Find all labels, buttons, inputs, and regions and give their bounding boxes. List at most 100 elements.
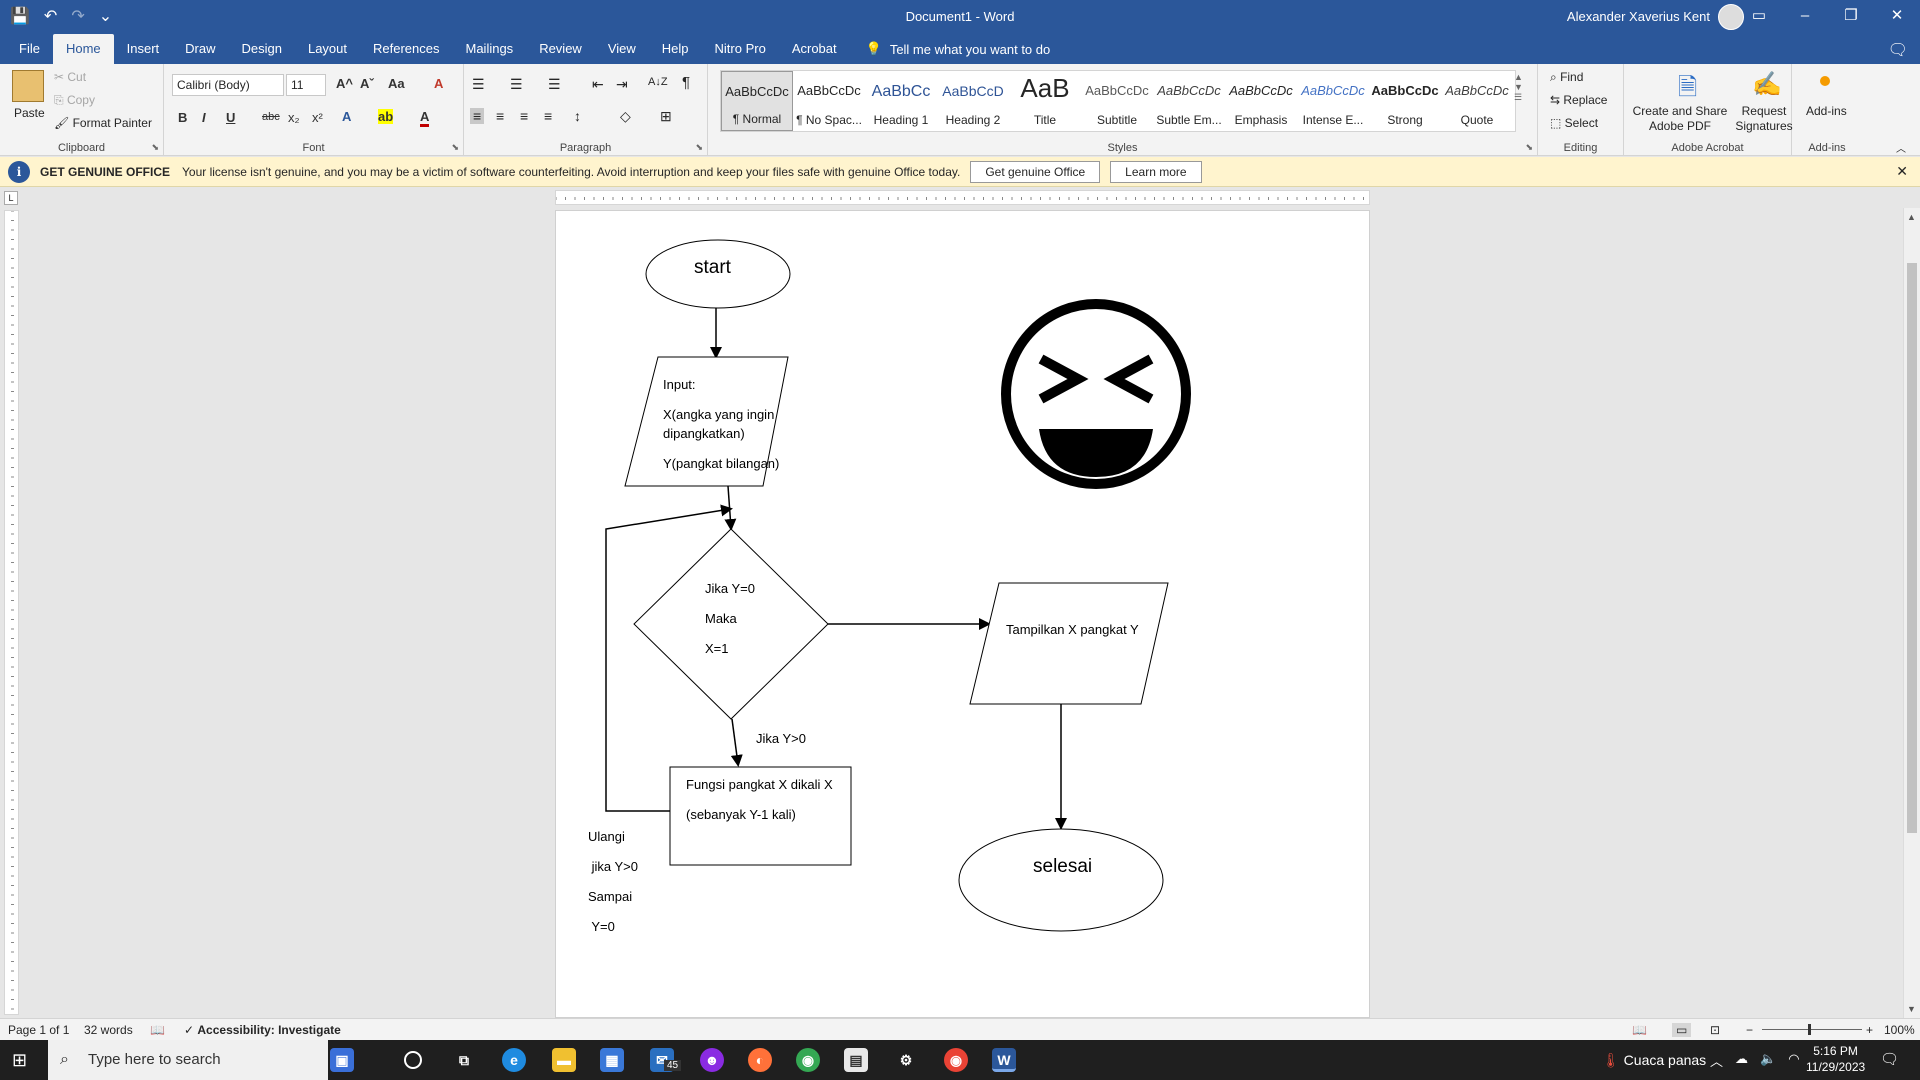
- tell-me-search[interactable]: 💡 Tell me what you want to do: [866, 41, 1051, 57]
- vertical-scrollbar[interactable]: ▲ ▼: [1903, 208, 1920, 1018]
- tab-view[interactable]: View: [595, 34, 649, 64]
- proofing-icon[interactable]: 📖: [150, 1023, 165, 1037]
- get-genuine-office-button[interactable]: Get genuine Office: [970, 160, 1101, 183]
- style-title[interactable]: AaB Title: [1009, 71, 1081, 131]
- word-count[interactable]: 32 words: [84, 1023, 133, 1037]
- bullets-icon[interactable]: ☰: [472, 76, 485, 93]
- style-emphasis[interactable]: AaBbCcDc Emphasis: [1225, 71, 1297, 131]
- increase-indent-icon[interactable]: ⇥: [616, 76, 628, 93]
- horizontal-ruler[interactable]: [555, 190, 1370, 205]
- decrease-indent-icon[interactable]: ⇤: [592, 76, 604, 93]
- task-view-icon[interactable]: ⧉: [452, 1048, 476, 1072]
- tab-acrobat[interactable]: Acrobat: [779, 34, 850, 64]
- underline-button[interactable]: U: [226, 110, 235, 125]
- tab-file[interactable]: File: [6, 34, 53, 64]
- clock[interactable]: 5:16 PM 11/29/2023: [1806, 1043, 1865, 1075]
- game-icon[interactable]: ☻: [700, 1048, 724, 1072]
- output-parallelogram[interactable]: [969, 582, 1169, 705]
- connector-arrow[interactable]: [724, 485, 737, 531]
- chrome-icon[interactable]: ◉: [796, 1048, 820, 1072]
- style-normal[interactable]: AaBbCcDc ¶ Normal: [721, 71, 793, 131]
- numbering-icon[interactable]: ☰: [510, 76, 523, 93]
- strikethrough-button[interactable]: abc: [262, 111, 280, 123]
- style-no-spac[interactable]: AaBbCcDc ¶ No Spac...: [793, 71, 865, 131]
- windows-start-icon[interactable]: ⊞: [12, 1050, 27, 1071]
- addins-button[interactable]: Add-ins: [1806, 104, 1847, 118]
- scroll-thumb[interactable]: [1907, 263, 1917, 833]
- find-button[interactable]: Find: [1560, 70, 1583, 84]
- connector-arrow[interactable]: [730, 718, 743, 767]
- copy-button[interactable]: Copy: [67, 93, 95, 107]
- clear-formatting-button[interactable]: A: [434, 76, 443, 91]
- chevron-up-icon[interactable]: ︿: [1710, 1051, 1723, 1070]
- styles-scroll-icon[interactable]: ▲ ▼ ☰: [1514, 72, 1523, 103]
- align-right-icon[interactable]: ≡: [520, 108, 528, 124]
- notifications-icon[interactable]: 🗨: [1880, 1050, 1899, 1068]
- page-count[interactable]: Page 1 of 1: [8, 1023, 69, 1037]
- font-launcher-icon[interactable]: ⬊: [451, 142, 459, 153]
- web-layout-icon[interactable]: ⊡: [1710, 1023, 1720, 1037]
- style-intense-e[interactable]: AaBbCcDc Intense E...: [1297, 71, 1369, 131]
- request-signatures-button[interactable]: Request Signatures: [1734, 104, 1794, 134]
- zoom-in-icon[interactable]: +: [1866, 1023, 1873, 1037]
- zoom-slider[interactable]: [1762, 1029, 1862, 1030]
- firefox-icon[interactable]: ◐: [748, 1048, 772, 1072]
- notepad-icon[interactable]: ▤: [844, 1048, 868, 1072]
- paragraph-launcher-icon[interactable]: ⬊: [695, 142, 703, 153]
- style-quote[interactable]: AaBbCcDc Quote: [1441, 71, 1513, 131]
- read-mode-icon[interactable]: 📖: [1632, 1023, 1647, 1037]
- cut-button[interactable]: Cut: [67, 70, 86, 84]
- style-subtle-em[interactable]: AaBbCcDc Subtle Em...: [1153, 71, 1225, 131]
- style-heading-2[interactable]: AaBbCcD Heading 2: [937, 71, 1009, 131]
- ribbon-display-options-icon[interactable]: ▭: [1736, 0, 1782, 34]
- file-explorer-icon[interactable]: ▬: [552, 1048, 576, 1072]
- edge-icon[interactable]: e: [502, 1048, 526, 1072]
- scroll-down-icon[interactable]: ▼: [1907, 1004, 1916, 1014]
- taskbar-search[interactable]: ⌕ Type here to search: [48, 1040, 328, 1080]
- wifi-icon[interactable]: ◠: [1788, 1051, 1799, 1070]
- italic-button[interactable]: I: [202, 110, 206, 125]
- select-button[interactable]: Select: [1565, 116, 1598, 130]
- tab-selector[interactable]: L: [4, 191, 18, 205]
- justify-icon[interactable]: ≡: [544, 108, 552, 124]
- widget-icon[interactable]: ▣: [330, 1048, 354, 1072]
- borders-icon[interactable]: ⊞: [660, 108, 672, 125]
- paste-icon[interactable]: [12, 70, 44, 102]
- highlight-button[interactable]: ab: [378, 109, 394, 124]
- font-size-box[interactable]: 11: [286, 74, 326, 96]
- paste-button[interactable]: Paste: [14, 106, 45, 120]
- subscript-button[interactable]: x₂: [288, 110, 300, 125]
- tab-references[interactable]: References: [360, 34, 452, 64]
- create-share-pdf-button[interactable]: Create and Share Adobe PDF: [1632, 104, 1728, 134]
- zoom-level[interactable]: 100%: [1884, 1023, 1915, 1037]
- text-effects-button[interactable]: A: [342, 109, 351, 124]
- tab-nitro-pro[interactable]: Nitro Pro: [702, 34, 779, 64]
- learn-more-button[interactable]: Learn more: [1110, 160, 1202, 183]
- tab-design[interactable]: Design: [229, 34, 295, 64]
- zoom-slider-thumb[interactable]: [1808, 1024, 1811, 1035]
- chrome-profile-icon[interactable]: ◉: [944, 1048, 968, 1072]
- tab-review[interactable]: Review: [526, 34, 595, 64]
- replace-button[interactable]: Replace: [1563, 93, 1607, 107]
- shrink-font-button[interactable]: Aˇ: [360, 76, 374, 91]
- weather-widget[interactable]: 🌡 Cuaca panas: [1602, 1052, 1706, 1069]
- font-color-button[interactable]: A: [420, 109, 430, 127]
- restore-button[interactable]: ❐: [1828, 0, 1874, 34]
- style-heading-1[interactable]: AaBbCc Heading 1: [865, 71, 937, 131]
- word-taskbar-icon[interactable]: W: [992, 1048, 1016, 1072]
- tab-mailings[interactable]: Mailings: [453, 34, 527, 64]
- scroll-up-icon[interactable]: ▲: [1907, 212, 1916, 222]
- show-marks-button[interactable]: ¶: [682, 74, 690, 91]
- multilevel-list-icon[interactable]: ☰: [548, 76, 561, 93]
- bold-button[interactable]: B: [178, 110, 187, 125]
- close-license-bar-icon[interactable]: ✕: [1896, 163, 1908, 180]
- align-center-icon[interactable]: ≡: [496, 108, 504, 124]
- styles-launcher-icon[interactable]: ⬊: [1525, 142, 1533, 153]
- tab-insert[interactable]: Insert: [114, 34, 173, 64]
- grow-font-button[interactable]: A^: [336, 76, 353, 91]
- volume-icon[interactable]: 🔈: [1760, 1051, 1776, 1070]
- cortana-icon[interactable]: [404, 1051, 422, 1069]
- minimize-button[interactable]: –: [1782, 0, 1828, 34]
- vertical-ruler[interactable]: [4, 210, 19, 1015]
- close-button[interactable]: ✕: [1874, 0, 1920, 34]
